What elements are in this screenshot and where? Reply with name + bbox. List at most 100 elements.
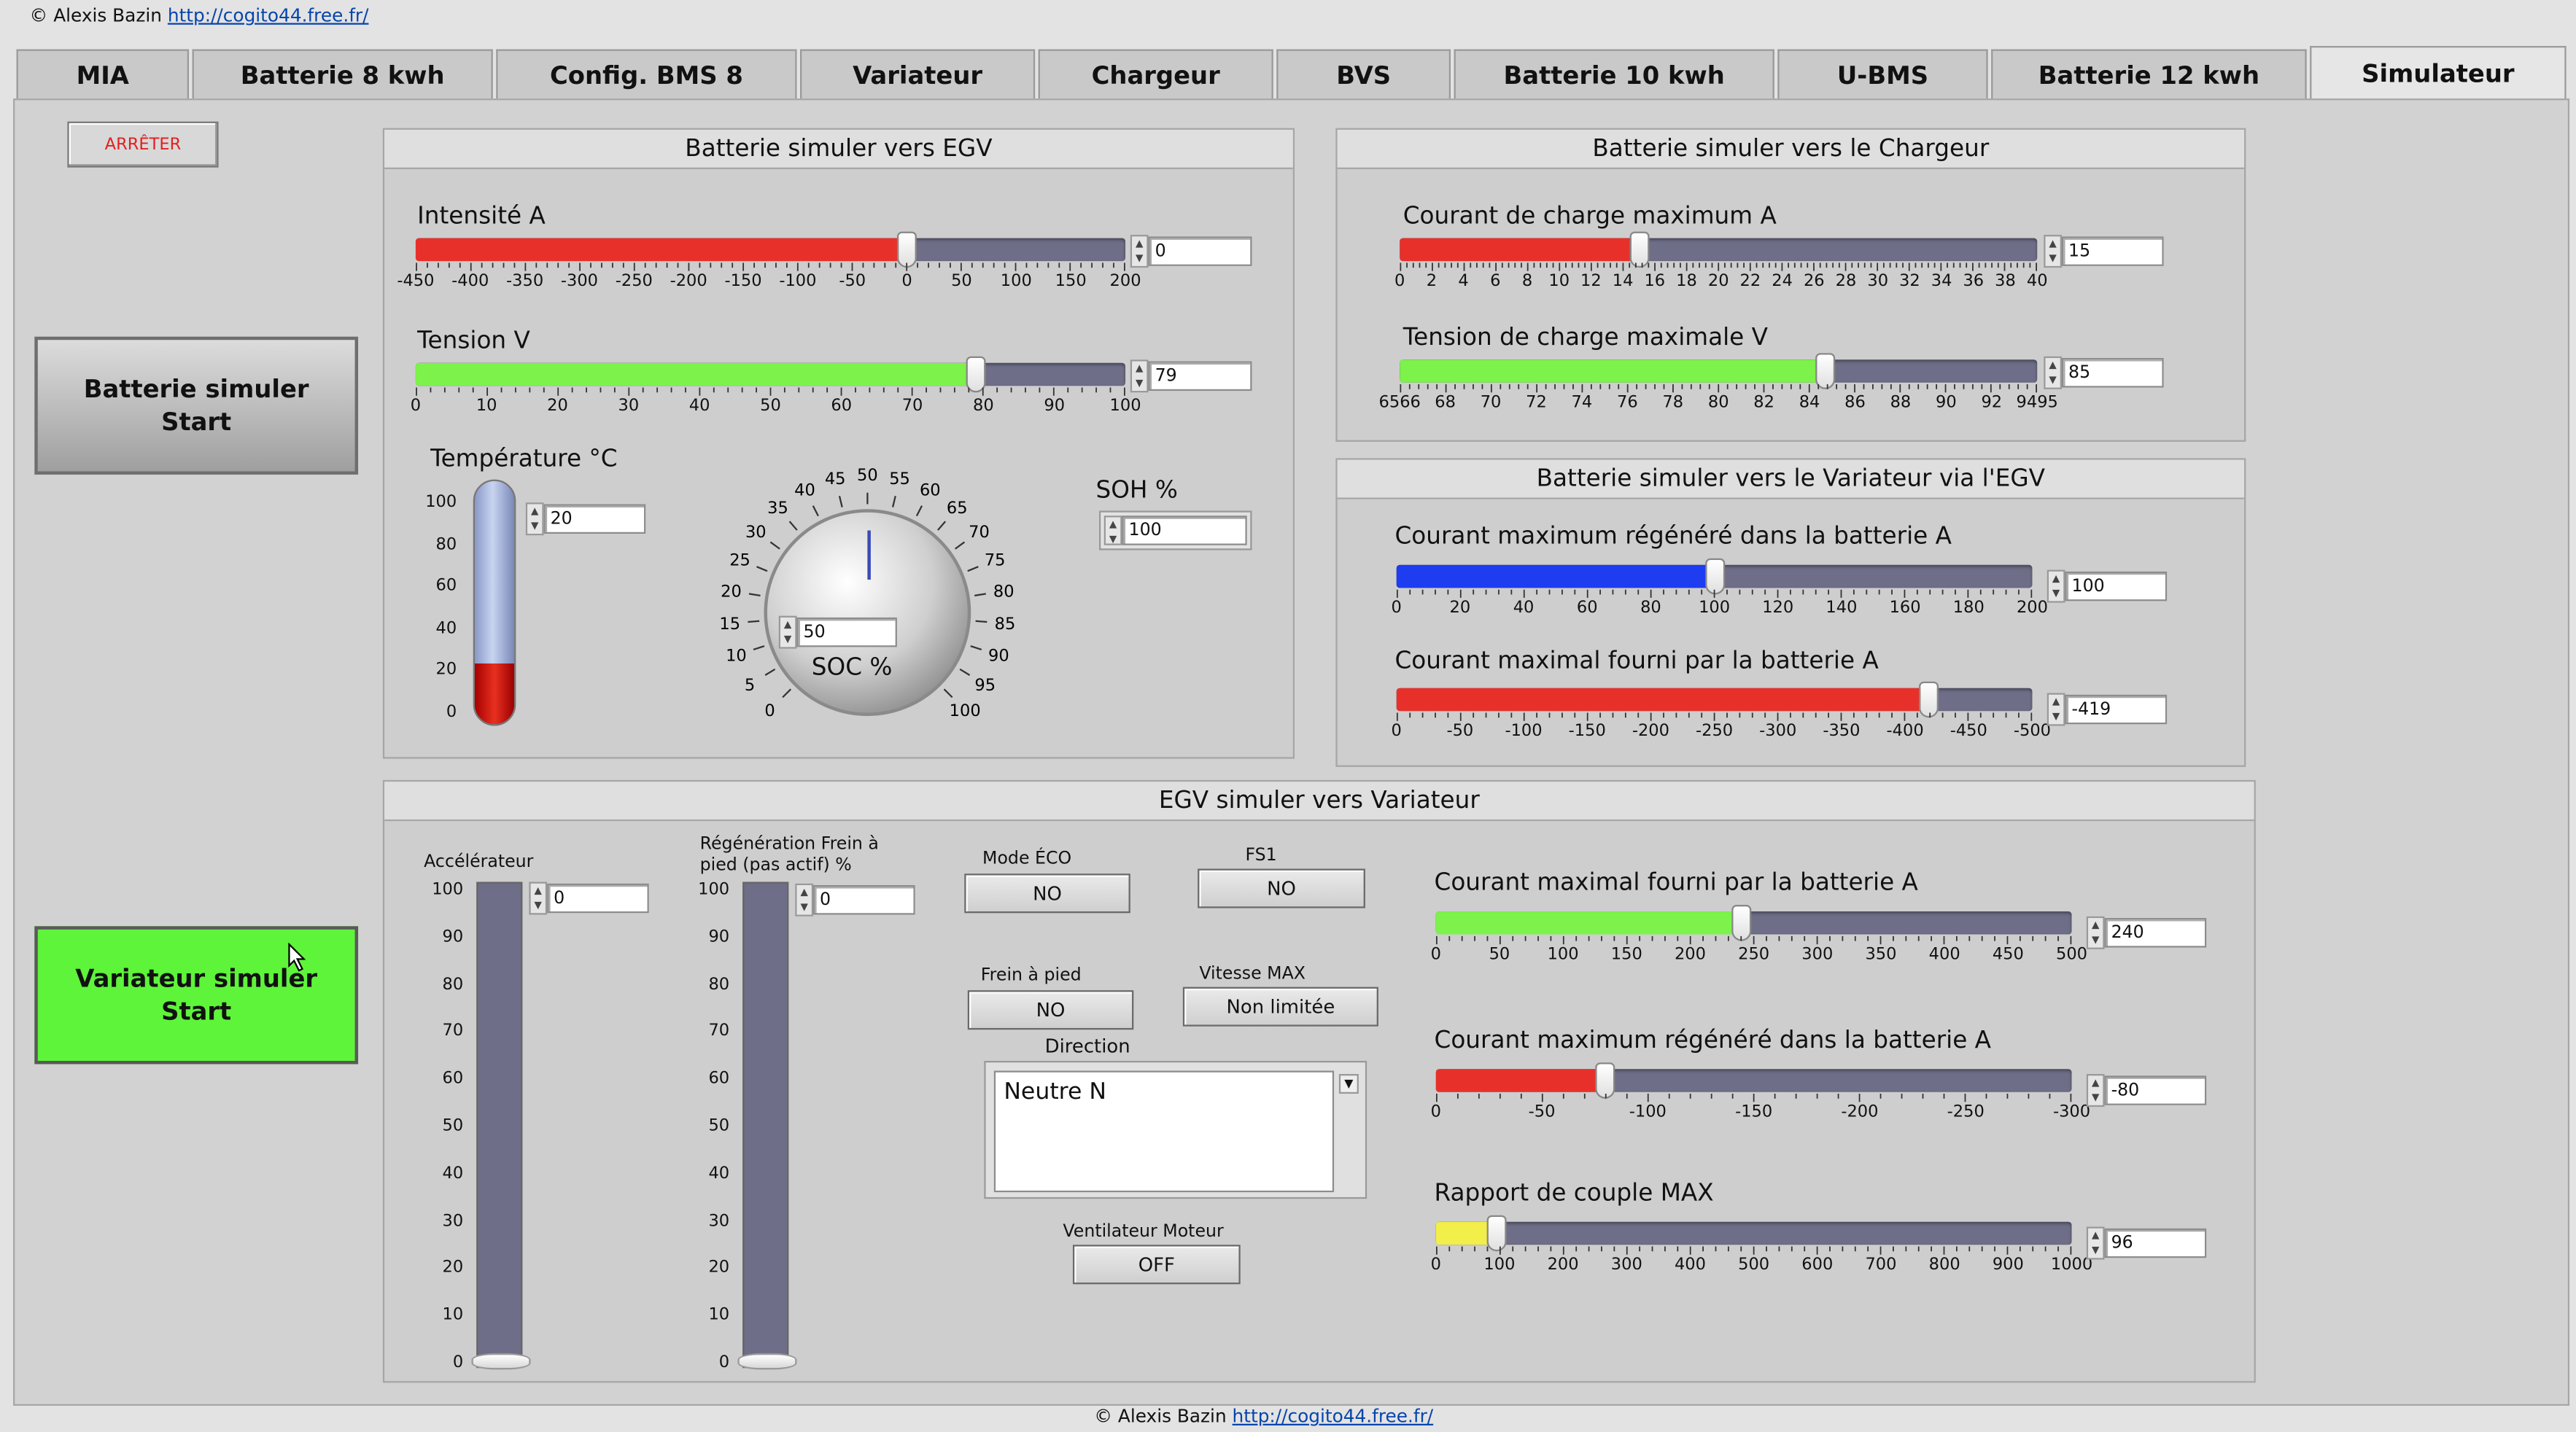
charge-voltage-slider[interactable]: 6566 68 70 72 74 76 78 80 82 84 86 88 90 92 9495 (1379, 353, 2058, 422)
accelerator-field[interactable]: 0 (547, 883, 649, 914)
charge-current-slider[interactable]: 0 2 4 6 8 10 12 14 16 18 20 22 24 26 28 30 32 34 36 38 40 (1394, 231, 2048, 301)
dropdown-arrow-icon[interactable]: ▼ (1338, 1074, 1359, 1094)
ev-regen-current-numeric[interactable]: ▲ ▼ -80 (2086, 1074, 2207, 1108)
ev-supplied-current-numeric[interactable]: ▲ ▼ 240 (2086, 916, 2207, 949)
slider-tick-label: 350 (1865, 946, 1897, 965)
torque-ratio-slider[interactable]: 0 100 200 300 400 500 600 700 800 900 1000 (1431, 1215, 2092, 1285)
tension-slider[interactable]: 0 10 20 30 40 50 60 70 80 90 100 (411, 356, 1141, 426)
slider-track[interactable] (415, 238, 1126, 262)
charge-current-numeric[interactable]: ▲ ▼ 15 (2044, 235, 2164, 268)
ev-supplied-current-slider[interactable]: 0 50 100 150 200 250 300 350 400 450 500 (1431, 905, 2087, 974)
regen-brake-field[interactable]: 0 (813, 884, 915, 915)
fs1-button[interactable]: NO (1198, 868, 1365, 908)
supplied-current-field[interactable]: -419 (2065, 694, 2168, 725)
slider-tick-label: 8 (1521, 272, 1533, 291)
tab-variateur[interactable]: Variateur (800, 49, 1036, 99)
tab-bvs[interactable]: BVS (1276, 49, 1451, 99)
slider-tick-label: -350 (1823, 723, 1861, 741)
charge-current-field[interactable]: 15 (2062, 236, 2164, 266)
supplied-current-numeric[interactable]: ▲ ▼ -419 (2047, 693, 2168, 726)
tab-simulateur[interactable]: Simulateur (2310, 46, 2567, 99)
credit-link[interactable]: http://cogito44.free.fr/ (168, 5, 369, 26)
mode-eco-button[interactable]: NO (964, 873, 1130, 914)
supplied-current-slider[interactable]: 0 -50 -100 -150 -200 -250 -300 -350 -400 -450 -500 (1392, 681, 2051, 751)
spin-arrows-icon[interactable]: ▲ ▼ (2047, 693, 2065, 726)
charge-voltage-field[interactable]: 85 (2062, 358, 2164, 388)
slider-tick-label: 200 (1674, 946, 1706, 965)
spin-arrows-icon[interactable]: ▲ ▼ (529, 882, 548, 915)
spin-arrows-icon[interactable]: ▲ ▼ (2044, 356, 2063, 389)
tab-config-bms[interactable]: Config. BMS 8 (496, 49, 797, 99)
spin-arrows-icon[interactable]: ▲ ▼ (778, 615, 797, 649)
soc-dial-icon[interactable]: 05 10 15 20 25 3035 40 45 50 55 60 6570 75 80 85 90 95 10… (703, 440, 1032, 736)
spin-arrows-icon[interactable]: ▲ ▼ (1130, 359, 1149, 393)
tab-mia[interactable]: MIA (16, 49, 190, 99)
spin-arrows-icon[interactable]: ▲ ▼ (795, 883, 814, 917)
tab-chargeur[interactable]: Chargeur (1038, 49, 1273, 99)
soh-label: SOH % (1095, 478, 1178, 505)
spin-arrows-icon[interactable]: ▲ ▼ (2086, 1226, 2105, 1260)
stop-button[interactable]: ARRÊTER (67, 121, 219, 168)
ev-regen-current-slider[interactable]: 0 -50 -100 -150 -200 -250 -300 (1431, 1062, 2090, 1132)
thermometer-icon[interactable] (470, 479, 519, 739)
spin-arrows-icon[interactable]: ▲ ▼ (2086, 916, 2105, 949)
slider-track[interactable] (1435, 1069, 2072, 1092)
tab-batterie-8[interactable]: Batterie 8 kwh (192, 49, 493, 99)
temperature-numeric[interactable]: ▲ ▼ 20 (525, 502, 646, 536)
regen-current-field[interactable]: 100 (2065, 571, 2168, 602)
direction-value[interactable]: Neutre N (993, 1070, 1335, 1193)
intensite-slider[interactable]: -450 -400 -350 -300 -250 -200 -150 -100 -50 0 50 10… (397, 231, 1141, 301)
ventilateur-button[interactable]: OFF (1072, 1245, 1241, 1285)
torque-ratio-numeric[interactable]: ▲ ▼ 96 (2086, 1226, 2207, 1260)
slider-ticks (1396, 589, 2033, 598)
intensite-field[interactable]: 0 (1148, 236, 1252, 266)
vitesse-button[interactable]: Non limitée (1182, 987, 1378, 1027)
tab-batterie-12[interactable]: Batterie 12 kwh (1991, 49, 2307, 99)
ev-regen-current-field[interactable]: -80 (2104, 1075, 2207, 1105)
regen-brake-numeric[interactable]: ▲ ▼ 0 (795, 883, 915, 917)
ev-supplied-current-field[interactable]: 240 (2104, 918, 2207, 948)
tab-batterie-10[interactable]: Batterie 10 kwh (1454, 49, 1774, 99)
slider-tick-label: 200 (2016, 599, 2048, 618)
temperature-field[interactable]: 20 (543, 504, 646, 534)
soc-field[interactable]: 50 (796, 617, 897, 647)
tension-field[interactable]: 79 (1148, 361, 1252, 392)
slider-tick-label: 38 (1995, 272, 2016, 291)
slider-track[interactable] (1435, 1221, 2072, 1245)
spin-arrows-icon[interactable]: ▲ ▼ (525, 502, 544, 536)
spin-arrows-icon[interactable]: ▲ ▼ (1103, 515, 1122, 545)
regen-brake-knob[interactable] (737, 1353, 797, 1370)
slider-track[interactable] (1400, 238, 2038, 262)
direction-listbox[interactable]: Neutre N ▼ (984, 1060, 1367, 1199)
vertical-tick-label: 10 (442, 1307, 464, 1325)
accelerator-track[interactable] (476, 882, 523, 1369)
accelerator-numeric[interactable]: ▲ ▼ 0 (529, 882, 649, 915)
spin-arrows-icon[interactable]: ▲ ▼ (1130, 235, 1149, 268)
spin-arrows-icon[interactable]: ▲ ▼ (2047, 569, 2065, 603)
torque-ratio-field[interactable]: 96 (2104, 1228, 2207, 1258)
variator-sim-start-button[interactable]: Variateur simuler Start (34, 926, 359, 1065)
frein-button[interactable]: NO (967, 990, 1134, 1030)
vertical-tick-label: 40 (442, 1164, 464, 1183)
slider-tick-label: 20 (1449, 599, 1471, 618)
slider-track[interactable] (1400, 359, 2038, 383)
soc-numeric[interactable]: ▲ ▼ 50 (778, 615, 897, 649)
charge-voltage-numeric[interactable]: ▲ ▼ 85 (2044, 356, 2164, 389)
battery-sim-start-button[interactable]: Batterie simuler Start (34, 336, 359, 475)
tension-numeric[interactable]: ▲ ▼ 79 (1130, 359, 1252, 393)
accelerator-knob[interactable] (471, 1353, 531, 1370)
spin-arrows-icon[interactable]: ▲ ▼ (2086, 1074, 2105, 1108)
regen-current-slider[interactable]: 0 20 40 60 80 100 120 140 160 180 200 (1392, 558, 2048, 628)
slider-track[interactable] (1435, 911, 2072, 935)
tab-u-bms[interactable]: U-BMS (1777, 49, 1988, 99)
footer-credit-link[interactable]: http://cogito44.free.fr/ (1233, 1406, 1434, 1427)
spin-arrows-icon[interactable]: ▲ ▼ (2044, 235, 2063, 268)
slider-tick-label: -250 (1947, 1103, 1985, 1122)
slider-tick-label: 0 (410, 397, 422, 416)
intensite-numeric[interactable]: ▲ ▼ 0 (1130, 235, 1252, 268)
regen-current-numeric[interactable]: ▲ ▼ 100 (2047, 569, 2168, 603)
regen-brake-track[interactable] (742, 882, 789, 1369)
soh-field[interactable]: 100 (1122, 515, 1247, 545)
soh-numeric[interactable]: ▲ ▼ 100 (1098, 510, 1252, 550)
slider-track[interactable] (415, 362, 1126, 386)
